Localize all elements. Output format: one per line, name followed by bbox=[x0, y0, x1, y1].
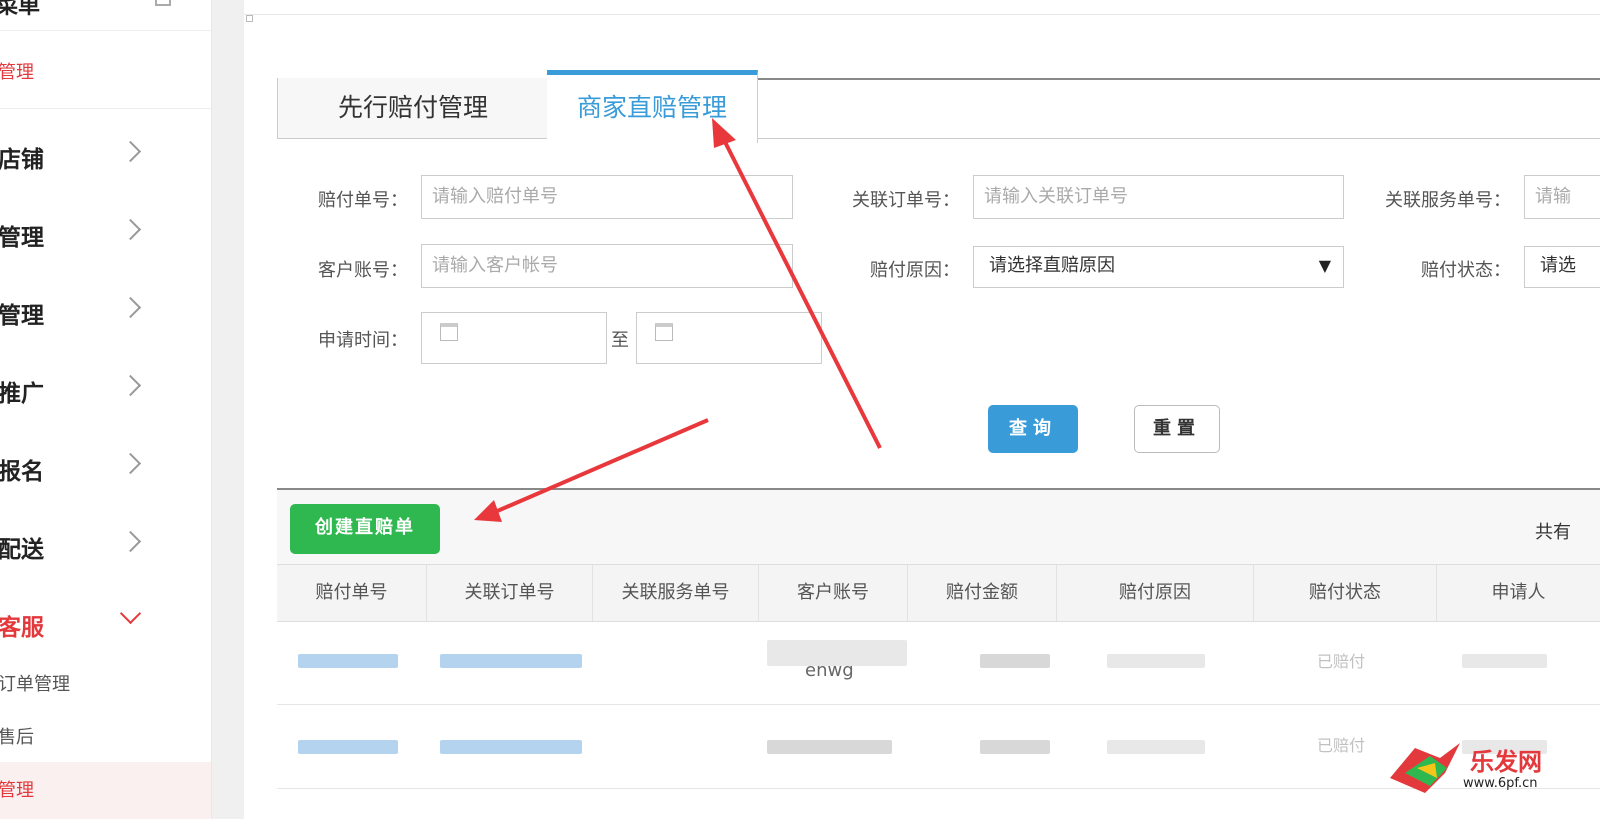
pay-no-input[interactable]: 请输入赔付单号 bbox=[421, 175, 793, 219]
end-date-input[interactable] bbox=[636, 312, 822, 364]
watermark-logo-icon bbox=[1390, 743, 1460, 793]
chevron-right-icon bbox=[119, 140, 142, 163]
tab-merchant-compensation[interactable]: 商家直赔管理 bbox=[547, 70, 758, 143]
sidebar-item-label: 管理 bbox=[0, 225, 44, 251]
sidebar-item-service[interactable]: 客服 bbox=[0, 602, 211, 644]
status-label: 赔付状态： bbox=[1421, 260, 1511, 281]
status-select[interactable]: 请选 bbox=[1524, 246, 1600, 288]
account-text: enwg bbox=[805, 660, 854, 681]
order-no-link[interactable] bbox=[440, 740, 582, 754]
order-no-label: 关联订单号： bbox=[852, 190, 960, 211]
total-count: 共有 bbox=[1535, 522, 1571, 543]
watermark-url: www.6pf.cn bbox=[1463, 776, 1538, 791]
sidebar-item-promotion[interactable]: 推广 bbox=[0, 370, 211, 410]
sidebar: 菜单 管理 店铺 管理 管理 推广 报名 配送 客服 订单管理 售后 管理 bbox=[0, 0, 212, 819]
chevron-right-icon bbox=[119, 218, 142, 241]
status-text: 已赔付 bbox=[1317, 652, 1366, 671]
dropdown-arrow-icon: ▼ bbox=[1318, 256, 1331, 275]
blurred-reason bbox=[1107, 740, 1205, 754]
account-input[interactable]: 请输入客户帐号 bbox=[421, 244, 793, 288]
service-no-input[interactable]: 请输 bbox=[1524, 175, 1600, 219]
tab-advance-compensation[interactable]: 先行赔付管理 bbox=[277, 78, 549, 138]
blurred-applicant bbox=[1462, 654, 1547, 668]
header-divider bbox=[244, 14, 1600, 15]
reason-select[interactable]: 请选择直赔原因 ▼ bbox=[973, 246, 1344, 288]
reason-select-value: 请选择直赔原因 bbox=[989, 255, 1115, 276]
col-applicant: 申请人 bbox=[1491, 582, 1546, 603]
create-compensation-button[interactable]: 创建直赔单 bbox=[290, 504, 440, 554]
sidebar-child-order[interactable]: 订单管理 bbox=[0, 670, 70, 696]
account-label: 客户账号： bbox=[318, 260, 408, 281]
blurred-account bbox=[767, 740, 892, 754]
calendar-icon bbox=[655, 323, 673, 341]
watermark-brand: 乐发网 bbox=[1470, 747, 1542, 776]
service-no-label: 关联服务单号： bbox=[1385, 190, 1511, 211]
chevron-right-icon bbox=[119, 452, 142, 475]
start-date-input[interactable] bbox=[421, 312, 607, 364]
reason-label: 赔付原因： bbox=[870, 260, 960, 281]
table-row[interactable]: enwg 已赔付 bbox=[277, 620, 1600, 705]
pay-no-link[interactable] bbox=[298, 654, 398, 668]
col-reason: 赔付原因 bbox=[1057, 565, 1254, 621]
col-service-no: 关联服务单号 bbox=[593, 565, 759, 621]
content-gutter bbox=[212, 0, 244, 819]
pin-icon[interactable] bbox=[155, 0, 171, 6]
sidebar-child-aftersale[interactable]: 售后 bbox=[0, 723, 34, 749]
sidebar-item-manage-1[interactable]: 管理 bbox=[0, 214, 211, 254]
col-status: 赔付状态 bbox=[1254, 565, 1437, 621]
sidebar-item-label: 客服 bbox=[0, 615, 44, 641]
pay-no-link[interactable] bbox=[298, 740, 398, 754]
col-pay-no: 赔付单号 bbox=[277, 565, 427, 621]
watermark: 乐发网 www.6pf.cn bbox=[1385, 738, 1565, 798]
col-amount: 赔付金额 bbox=[908, 565, 1057, 621]
chevron-right-icon bbox=[119, 530, 142, 553]
col-order-no: 关联订单号 bbox=[427, 565, 593, 621]
corner-icon bbox=[246, 15, 253, 22]
sidebar-item-delivery[interactable]: 配送 bbox=[0, 526, 211, 566]
sidebar-item-signup[interactable]: 报名 bbox=[0, 448, 211, 488]
pay-no-label: 赔付单号： bbox=[318, 190, 408, 211]
sidebar-subitem-active[interactable]: 管理 bbox=[0, 58, 34, 84]
chevron-down-icon bbox=[119, 602, 142, 625]
chevron-right-icon bbox=[119, 374, 142, 397]
query-button[interactable]: 查询 bbox=[988, 405, 1078, 453]
sidebar-header: 菜单 bbox=[0, 0, 211, 31]
sidebar-title: 菜单 bbox=[0, 0, 41, 19]
sidebar-item-label: 报名 bbox=[0, 459, 44, 485]
sidebar-item-label: 配送 bbox=[0, 537, 44, 563]
blurred-amount bbox=[980, 654, 1050, 668]
col-account: 客户账号 bbox=[759, 565, 908, 621]
table-header: 赔付单号 关联订单号 关联服务单号 客户账号 赔付金额 赔付原因 赔付状态 申请… bbox=[277, 564, 1600, 622]
sidebar-item-label: 店铺 bbox=[0, 147, 44, 173]
list-toolbar: 创建直赔单 共有 bbox=[277, 488, 1600, 566]
tab-bar: 先行赔付管理 商家直赔管理 bbox=[277, 70, 1600, 143]
order-no-input[interactable]: 请输入关联订单号 bbox=[973, 175, 1344, 219]
calendar-icon bbox=[440, 323, 458, 341]
sidebar-divider bbox=[0, 108, 211, 109]
sidebar-item-store[interactable]: 店铺 bbox=[0, 136, 211, 176]
reset-button[interactable]: 重置 bbox=[1134, 405, 1220, 453]
time-separator: 至 bbox=[611, 330, 629, 351]
sidebar-item-label: 管理 bbox=[0, 303, 44, 329]
sidebar-item-manage-2[interactable]: 管理 bbox=[0, 292, 211, 332]
status-text: 已赔付 bbox=[1317, 736, 1366, 755]
blurred-reason bbox=[1107, 654, 1205, 668]
chevron-right-icon bbox=[119, 296, 142, 319]
blurred-amount bbox=[980, 740, 1050, 754]
sidebar-item-label: 推广 bbox=[0, 381, 44, 407]
sidebar-child-active[interactable]: 管理 bbox=[0, 776, 34, 802]
order-no-link[interactable] bbox=[440, 654, 582, 668]
time-label: 申请时间： bbox=[318, 330, 408, 351]
